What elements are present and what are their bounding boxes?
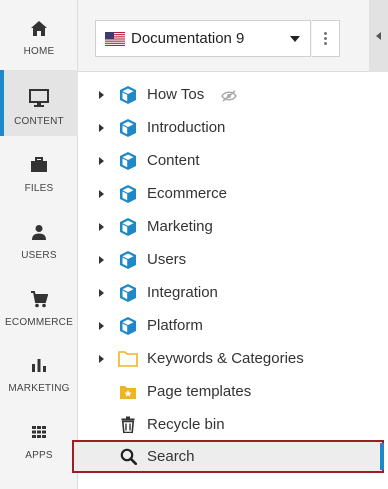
cube-icon [118, 283, 138, 303]
us-flag-icon [105, 31, 125, 46]
tree-node-ecommerce[interactable]: Ecommerce [78, 177, 388, 210]
cube-icon [118, 184, 138, 204]
cube-icon [118, 151, 138, 171]
site-selector-dropdown[interactable]: Documentation 9 [95, 20, 311, 57]
tree-node-recycle-bin[interactable]: Recycle bin [78, 408, 388, 441]
nav-home[interactable]: HOME [0, 0, 78, 66]
tree-node-page-templates[interactable]: Page templates [78, 375, 388, 408]
tree-node-label: Users [147, 251, 187, 268]
tree-node-platform[interactable]: Platform [78, 309, 388, 342]
expand-arrow-icon[interactable] [99, 123, 104, 132]
search-icon [118, 447, 138, 467]
tree-node-label: Platform [147, 317, 203, 334]
apps-grid-icon [29, 422, 49, 442]
cube-icon [118, 316, 138, 336]
nav-apps[interactable]: APPS [0, 404, 78, 470]
cube-icon [118, 118, 138, 138]
tree-node-label: Keywords & Categories [147, 350, 304, 367]
folder-icon [118, 349, 138, 369]
content-tree-panel: Documentation 9 How Tos Introduction Con… [72, 0, 388, 489]
user-icon [29, 222, 49, 242]
tree-node-label: Search [147, 448, 195, 465]
kebab-dot [324, 42, 327, 45]
nav-marketing-label: MARKETING [8, 383, 70, 394]
cube-icon [118, 85, 138, 105]
expand-arrow-icon[interactable] [99, 288, 104, 297]
main-navigation-rail: HOME CONTENT FILES USERS ECOMMERCE MARKE… [0, 0, 78, 489]
kebab-dot [324, 37, 327, 40]
tree-node-keywords-categories[interactable]: Keywords & Categories [78, 342, 388, 375]
selection-indicator [380, 443, 384, 470]
nav-files[interactable]: FILES [0, 137, 78, 203]
site-toolbar: Documentation 9 [78, 0, 388, 72]
tree-node-introduction[interactable]: Introduction [78, 111, 388, 144]
nav-files-label: FILES [24, 183, 54, 194]
nav-content[interactable]: CONTENT [0, 70, 78, 136]
tree-node-how-tos[interactable]: How Tos [78, 78, 388, 111]
tree-node-search[interactable]: Search [72, 440, 384, 473]
tree-node-label: Recycle bin [147, 416, 225, 433]
nav-marketing[interactable]: MARKETING [0, 337, 78, 403]
chevron-left-icon [376, 32, 381, 40]
cube-icon [118, 217, 138, 237]
chevron-down-icon [290, 36, 300, 42]
expand-arrow-icon[interactable] [99, 354, 104, 363]
hidden-eye-icon [221, 89, 237, 102]
tree-node-label: Ecommerce [147, 185, 228, 202]
bar-chart-icon [29, 355, 49, 375]
nav-apps-label: APPS [25, 450, 53, 461]
tree-node-content[interactable]: Content [78, 144, 388, 177]
nav-users-label: USERS [21, 250, 57, 261]
site-actions-menu-button[interactable] [312, 20, 340, 57]
tree-node-users[interactable]: Users [78, 243, 388, 276]
nav-ecommerce-label: ECOMMERCE [5, 317, 73, 328]
nav-users[interactable]: USERS [0, 204, 78, 270]
cube-icon [118, 250, 138, 270]
tree-node-label: How Tos [147, 86, 205, 103]
tree-node-integration[interactable]: Integration [78, 276, 388, 309]
trash-icon [118, 415, 138, 435]
star-folder-icon [118, 382, 138, 402]
briefcase-icon [29, 155, 49, 175]
expand-arrow-icon[interactable] [99, 222, 104, 231]
site-selector-value: Documentation 9 [131, 30, 245, 47]
expand-arrow-icon[interactable] [99, 321, 104, 330]
home-icon [29, 18, 49, 38]
kebab-dot [324, 32, 327, 35]
tree-node-label: Integration [147, 284, 218, 301]
expand-arrow-icon[interactable] [99, 255, 104, 264]
tree-node-label: Marketing [147, 218, 213, 235]
tree-node-label: Introduction [147, 119, 226, 136]
expand-arrow-icon[interactable] [99, 156, 104, 165]
cart-icon [29, 289, 49, 309]
nav-ecommerce[interactable]: ECOMMERCE [0, 271, 78, 337]
tree-node-marketing[interactable]: Marketing [78, 210, 388, 243]
tree-node-label: Content [147, 152, 200, 169]
expand-arrow-icon[interactable] [99, 189, 104, 198]
monitor-icon [29, 88, 49, 108]
collapse-panel-button[interactable] [369, 0, 388, 72]
nav-content-label: CONTENT [14, 116, 64, 127]
expand-arrow-icon[interactable] [99, 90, 104, 99]
nav-home-label: HOME [23, 46, 55, 57]
tree-node-label: Page templates [147, 383, 252, 400]
